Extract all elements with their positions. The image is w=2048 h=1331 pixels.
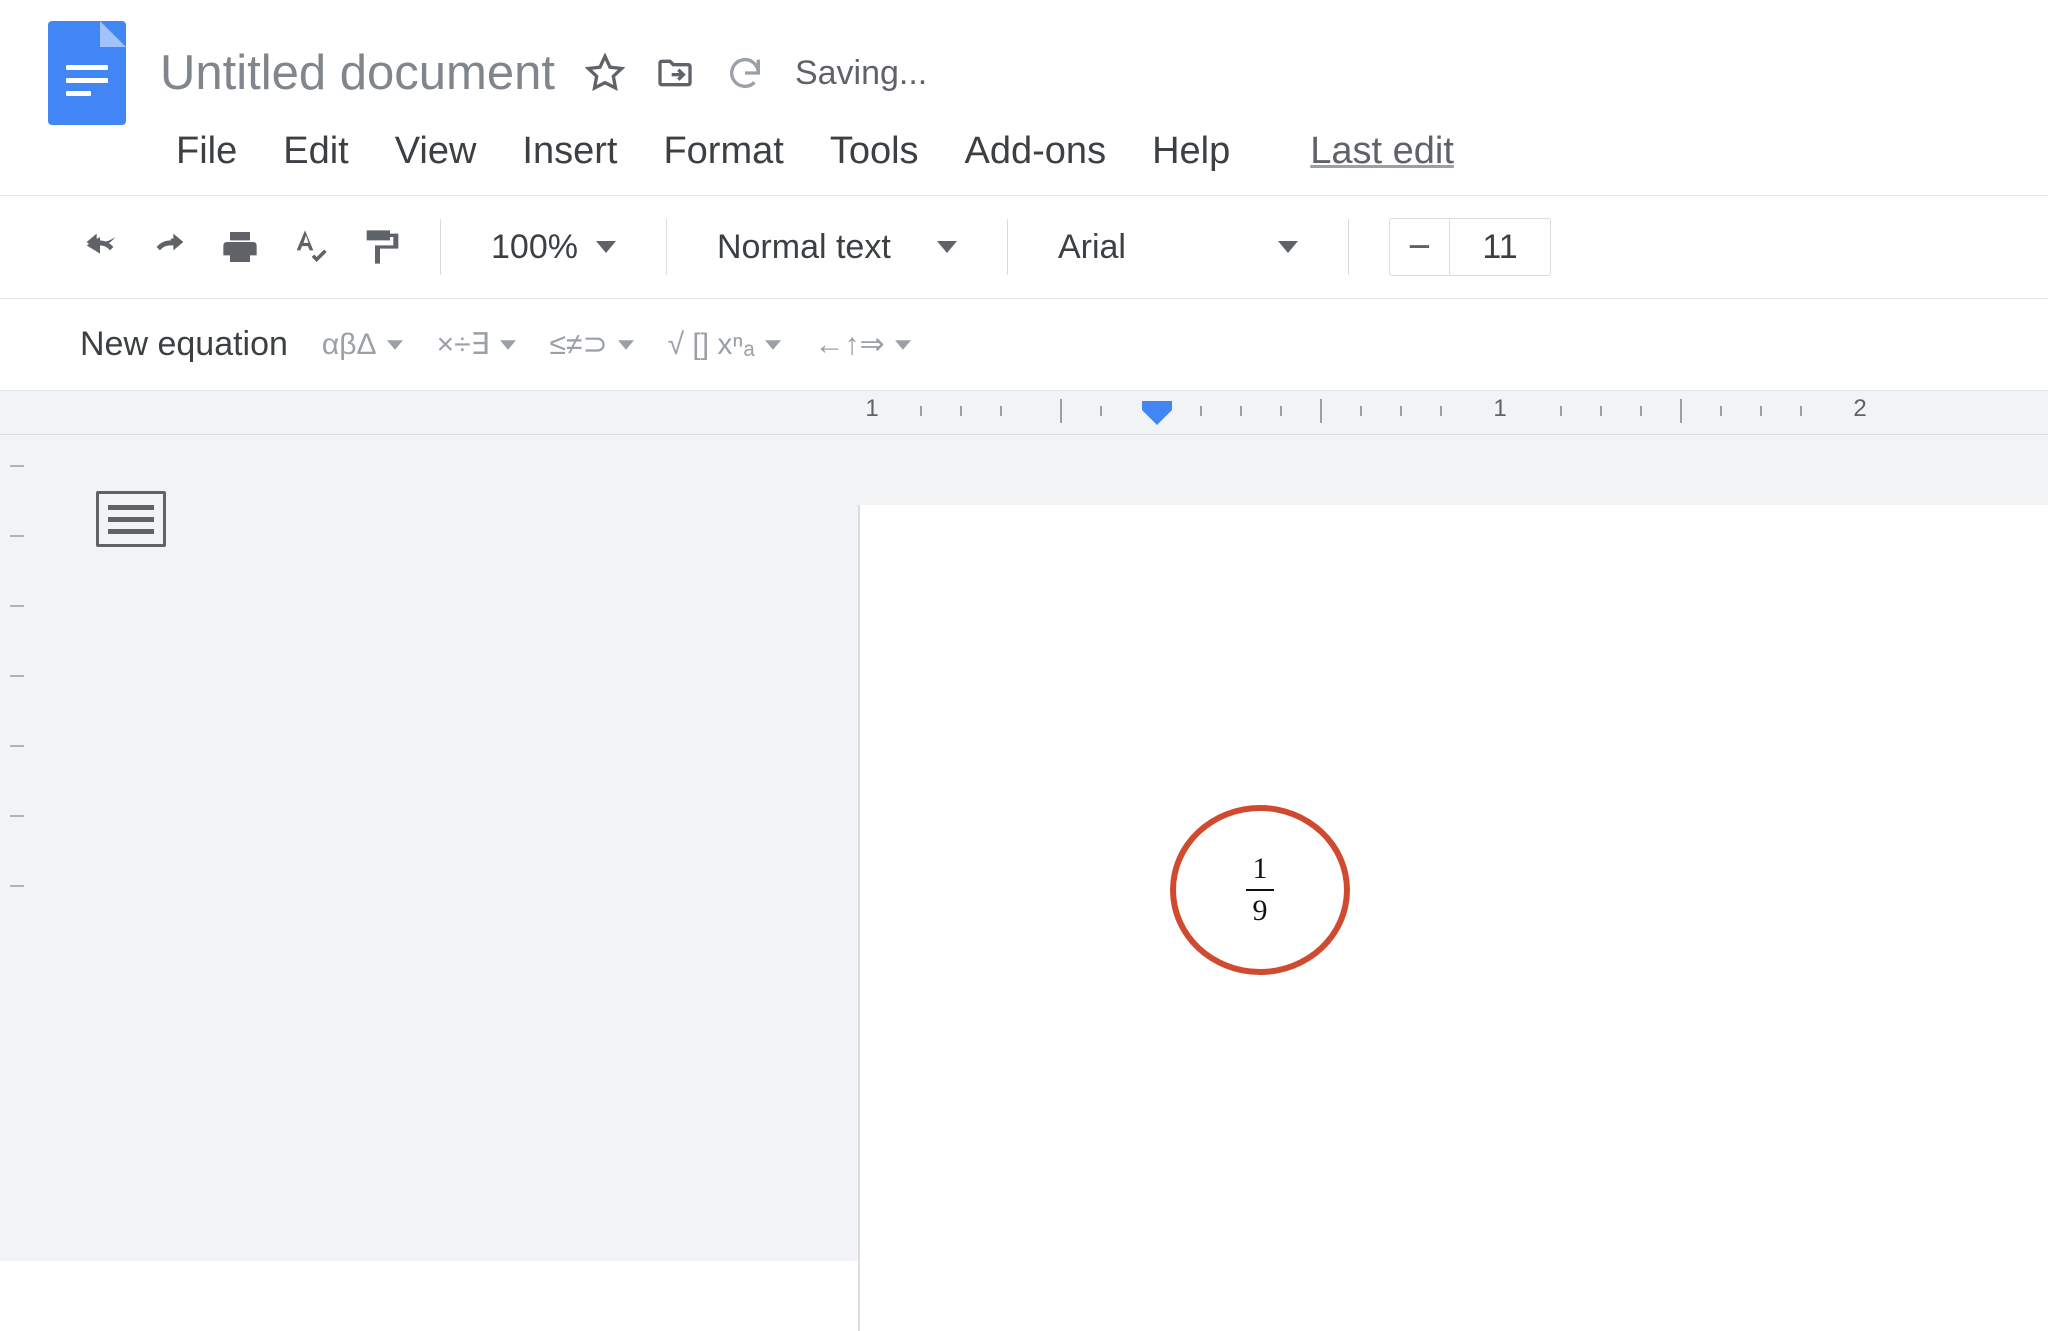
docs-logo[interactable] — [48, 21, 126, 125]
menu-addons[interactable]: Add-ons — [965, 130, 1107, 173]
toolbar-separator — [1007, 219, 1008, 275]
font-size-decrease[interactable]: − — [1390, 219, 1450, 275]
horizontal-ruler[interactable]: 1 1 2 — [0, 391, 2048, 435]
rel-label: ≤≠⊃ — [550, 327, 608, 362]
indent-marker-icon[interactable] — [1140, 401, 1174, 425]
saving-status: Saving... — [795, 54, 927, 93]
chevron-down-icon — [387, 337, 403, 353]
menu-help[interactable]: Help — [1152, 130, 1230, 173]
redo-icon[interactable] — [150, 227, 190, 267]
chevron-down-icon — [765, 337, 781, 353]
font-combo[interactable]: Arial — [1048, 228, 1308, 267]
title-bar: Untitled document Saving... — [0, 0, 2048, 126]
equation-toolbar: New equation αβΔ ×÷∃ ≤≠⊃ √ [] xⁿₐ ←↑⇒ — [0, 299, 2048, 391]
ruler-number: 2 — [1853, 395, 1866, 423]
new-equation-button[interactable]: New equation — [80, 325, 288, 364]
menu-tools[interactable]: Tools — [830, 130, 919, 173]
print-icon[interactable] — [220, 227, 260, 267]
toolbar-separator — [666, 219, 667, 275]
arrows-label: ←↑⇒ — [815, 327, 885, 362]
chevron-down-icon — [937, 237, 957, 257]
zoom-value: 100% — [491, 228, 578, 267]
menu-edit[interactable]: Edit — [283, 130, 348, 173]
document-outline-icon[interactable] — [96, 491, 166, 547]
ruler-number: 1 — [1493, 395, 1506, 423]
font-value: Arial — [1058, 228, 1126, 267]
fraction-numerator: 1 — [1253, 852, 1268, 886]
font-size-value[interactable]: 11 — [1450, 219, 1550, 275]
greek-label: αβΔ — [322, 328, 377, 362]
chevron-down-icon — [1278, 237, 1298, 257]
zoom-combo[interactable]: 100% — [481, 228, 626, 267]
equation-fraction[interactable]: 1 9 — [1246, 852, 1274, 928]
equation-greek-combo[interactable]: αβΔ — [322, 328, 403, 362]
main-toolbar: 100% Normal text Arial − 11 — [0, 195, 2048, 299]
cloud-sync-icon — [725, 53, 765, 93]
move-folder-icon[interactable] — [655, 53, 695, 93]
ops-label: ×÷∃ — [437, 327, 490, 362]
paint-format-icon[interactable] — [360, 227, 400, 267]
chevron-down-icon — [618, 337, 634, 353]
undo-icon[interactable] — [80, 227, 120, 267]
toolbar-separator — [1348, 219, 1349, 275]
menu-file[interactable]: File — [176, 130, 237, 173]
spellcheck-icon[interactable] — [290, 227, 330, 267]
menu-insert[interactable]: Insert — [522, 130, 617, 173]
menu-bar: File Edit View Insert Format Tools Add-o… — [0, 126, 2048, 195]
ruler-number: 1 — [865, 395, 878, 423]
equation-arrows-combo[interactable]: ←↑⇒ — [815, 327, 911, 362]
equation-ops-combo[interactable]: ×÷∃ — [437, 327, 516, 362]
document-title[interactable]: Untitled document — [160, 45, 555, 101]
equation-misc-combo[interactable]: √ [] xⁿₐ — [668, 328, 781, 362]
star-icon[interactable] — [585, 53, 625, 93]
font-size-group: − 11 — [1389, 218, 1551, 276]
chevron-down-icon — [500, 337, 516, 353]
document-page[interactable]: 1 9 — [860, 505, 2048, 1331]
equation-relations-combo[interactable]: ≤≠⊃ — [550, 327, 634, 362]
annotation-circle: 1 9 — [1170, 805, 1350, 975]
last-edit-link[interactable]: Last edit — [1310, 130, 1454, 173]
canvas-area: 1 9 — [0, 435, 2048, 1261]
chevron-down-icon — [596, 237, 616, 257]
paragraph-style-value: Normal text — [717, 228, 891, 267]
misc-label: √ [] xⁿₐ — [668, 328, 755, 362]
menu-view[interactable]: View — [395, 130, 477, 173]
document-outline-pane — [0, 435, 860, 1261]
menu-format[interactable]: Format — [663, 130, 783, 173]
fraction-bar — [1246, 889, 1274, 891]
vertical-ruler[interactable] — [0, 435, 30, 1261]
chevron-down-icon — [895, 337, 911, 353]
toolbar-separator — [440, 219, 441, 275]
fraction-denominator: 9 — [1253, 894, 1268, 928]
paragraph-style-combo[interactable]: Normal text — [707, 228, 967, 267]
